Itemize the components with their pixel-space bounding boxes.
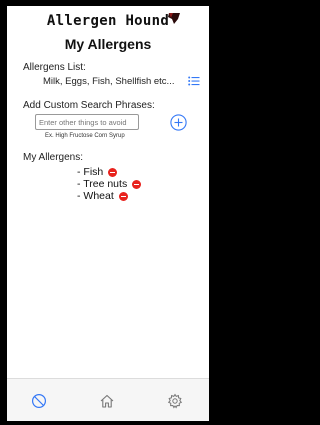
remove-wheat-button[interactable] <box>118 191 128 201</box>
tab-settings[interactable] <box>167 393 183 409</box>
allergen-label: - Fish <box>77 166 104 178</box>
allergen-label: - Tree nuts <box>77 178 128 190</box>
remove-tree-nuts-button[interactable] <box>132 179 142 189</box>
allergen-item-tree-nuts: - Tree nuts <box>77 178 142 190</box>
tab-my-allergens[interactable] <box>31 393 47 409</box>
custom-phrase-hint: Ex. High Fructose Corn Syrup <box>45 133 125 139</box>
allergen-item-fish: - Fish <box>77 166 141 178</box>
page-title: My Allergens <box>64 36 152 52</box>
allergen-label: - Wheat <box>77 190 114 202</box>
app-title: Allergen Hound <box>46 13 170 29</box>
remove-fish-button[interactable] <box>108 167 118 177</box>
my-allergens-list: - Fish - Tree nuts - Wheat <box>77 166 142 202</box>
allergens-list-label: Allergens List: <box>23 62 86 73</box>
tab-home[interactable] <box>99 393 115 409</box>
allergen-item-wheat: - Wheat <box>77 190 141 202</box>
list-icon[interactable] <box>188 76 200 86</box>
dog-ear-logo-icon <box>168 13 180 24</box>
tab-bar <box>7 378 209 421</box>
custom-phrase-input[interactable] <box>35 114 139 130</box>
add-phrase-button[interactable] <box>170 114 187 131</box>
app-screen: Allergen Hound My Allergens Allergens Li… <box>7 6 209 421</box>
app-header: Allergen Hound <box>7 12 209 32</box>
no-entry-icon <box>31 393 47 409</box>
my-allergens-label: My Allergens: <box>23 152 84 163</box>
gear-icon <box>167 393 183 409</box>
home-icon <box>100 394 114 408</box>
allergens-list-summary: Milk, Eggs, Fish, Shellfish etc... <box>43 76 175 87</box>
custom-search-label: Add Custom Search Phrases: <box>23 100 155 111</box>
